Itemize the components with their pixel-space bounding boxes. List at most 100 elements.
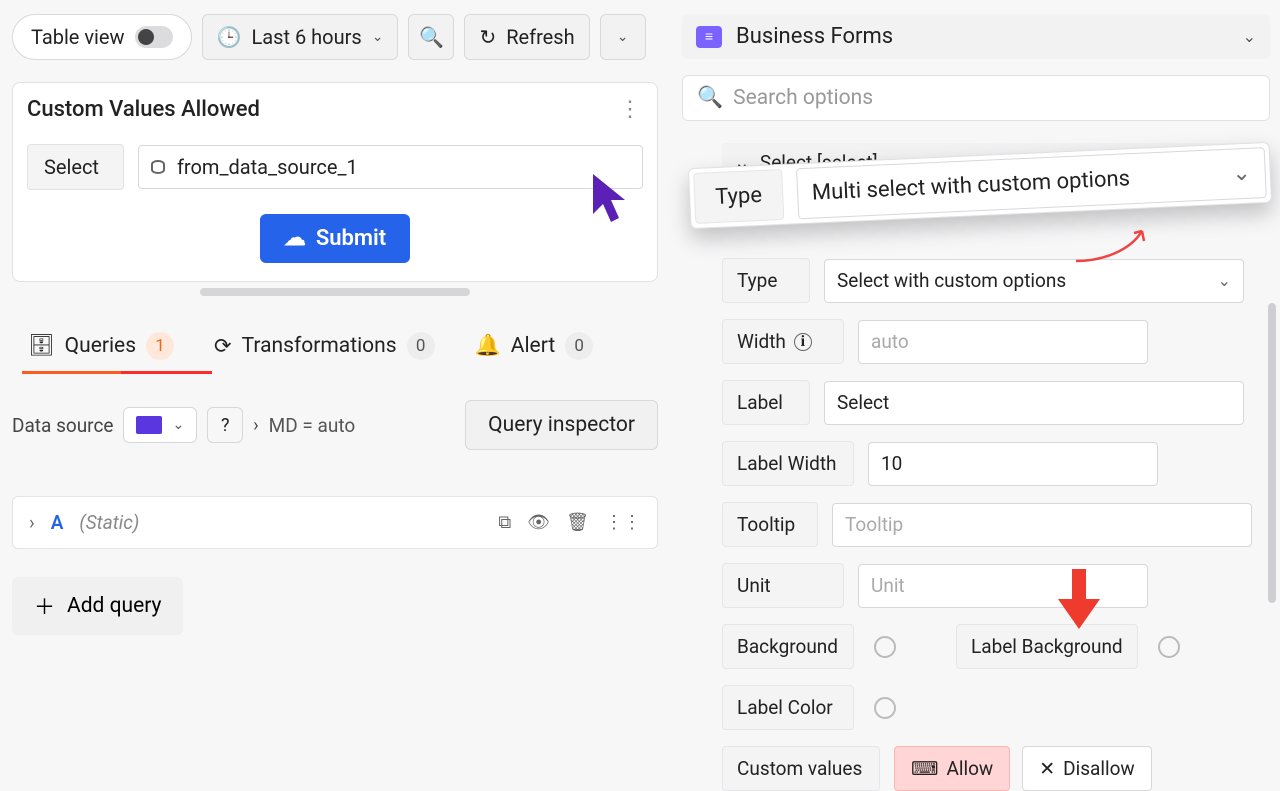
query-inspector-button[interactable]: Query inspector <box>465 400 658 450</box>
float-type-label: Type <box>693 169 784 224</box>
database-icon: 🗄 <box>28 334 55 358</box>
time-group: 🕒 Last 6 hours ⌄ 🔍 <box>202 14 455 60</box>
query-inspector-label: Query inspector <box>488 413 635 437</box>
submit-label: Submit <box>316 226 386 251</box>
tab-transformations[interactable]: ⟳ Transformations 0 <box>214 332 435 360</box>
chevron-down-icon: ⌄ <box>1243 27 1256 46</box>
database-icon <box>151 160 165 174</box>
cloud-upload-icon: ☁ <box>284 226 306 251</box>
unit-input[interactable]: Unit <box>858 564 1148 608</box>
submit-button[interactable]: ☁ Submit <box>260 214 410 263</box>
panel-scrollbar[interactable] <box>200 288 470 296</box>
refresh-label: Refresh <box>506 25 574 49</box>
label-color-label: Label Color <box>722 685 854 730</box>
width-label: Width i <box>722 319 844 364</box>
red-arrow-annotation <box>1058 569 1100 629</box>
label-width-value: 10 <box>881 452 902 475</box>
info-icon[interactable]: i <box>794 333 812 351</box>
search-placeholder: Search options <box>733 86 873 110</box>
unit-row: Unit Unit <box>722 563 1270 608</box>
label-width-input[interactable]: 10 <box>868 442 1158 486</box>
label-row: Label Select <box>722 380 1270 425</box>
select-value: from_data_source_1 <box>177 155 358 179</box>
zoom-out-icon: 🔍 <box>419 25 444 49</box>
refresh-interval-button[interactable]: ⌄ <box>600 14 646 60</box>
width-row: Width i auto <box>722 319 1270 364</box>
time-range-button[interactable]: 🕒 Last 6 hours ⌄ <box>202 14 399 60</box>
refresh-button[interactable]: ↻ Refresh <box>464 14 589 60</box>
eye-icon[interactable]: 👁 <box>527 512 550 533</box>
add-query-button[interactable]: ＋ Add query <box>12 577 183 635</box>
label-input[interactable]: Select <box>824 381 1244 425</box>
panel-menu-button[interactable]: ⋮ <box>619 97 641 122</box>
width-value: auto <box>871 330 909 353</box>
label-background-color-picker[interactable] <box>1158 636 1180 658</box>
custom-values-toggle: ⌨ Allow ✕ Disallow <box>894 746 1152 791</box>
tab-queries[interactable]: 🗄 Queries 1 <box>28 332 174 360</box>
query-tabs: 🗄 Queries 1 ⟳ Transformations 0 🔔 Alert … <box>12 332 658 360</box>
cursor-annotation <box>590 172 632 224</box>
zoom-out-button[interactable]: 🔍 <box>408 14 454 60</box>
add-query-label: Add query <box>67 594 161 618</box>
keyboard-icon: ⌨ <box>911 757 938 780</box>
tab-count: 0 <box>565 332 593 360</box>
disallow-button[interactable]: ✕ Disallow <box>1022 746 1152 791</box>
drag-handle-icon[interactable]: ⋮⋮ <box>605 512 641 533</box>
right-pane: ≡ Business Forms ⌄ 🔍 Search options ⌄ Se… <box>670 0 1280 720</box>
label-value: Select <box>837 391 889 414</box>
panel-plugin-title: Business Forms <box>736 24 893 49</box>
options-area: ⌄ Select [select] 🗑 ⋮⋮ Type Multi select… <box>682 143 1270 703</box>
swoosh-annotation <box>1072 223 1156 267</box>
panel-plugin-icon: ≡ <box>696 26 722 48</box>
toggle-switch[interactable] <box>135 26 173 48</box>
select-row: Select from_data_source_1 <box>27 144 643 190</box>
data-source-select[interactable]: ⌄ <box>123 407 197 443</box>
panel-card: Custom Values Allowed ⋮ Select from_data… <box>12 82 658 282</box>
query-source: (Static) <box>79 511 139 534</box>
refresh-group: ↻ Refresh ⌄ <box>464 14 645 60</box>
plus-icon: ＋ <box>34 591 55 621</box>
tooltip-input[interactable]: Tooltip <box>832 503 1252 547</box>
query-item-actions: ⧉ 👁 🗑 ⋮⋮ <box>498 512 641 533</box>
panel-header[interactable]: ≡ Business Forms ⌄ <box>682 14 1270 59</box>
type-select[interactable]: Select with custom options <box>824 259 1244 303</box>
label-width-label: Label Width <box>722 441 854 486</box>
left-pane: Table view 🕒 Last 6 hours ⌄ 🔍 ↻ Refresh <box>0 0 670 720</box>
chevron-right-icon: › <box>29 511 35 534</box>
label-color-picker[interactable] <box>874 697 896 719</box>
custom-values-row: Custom values ⌨ Allow ✕ Disallow <box>722 746 1270 791</box>
background-label: Background <box>722 624 854 669</box>
custom-values-label: Custom values <box>722 746 880 791</box>
label-field-label: Label <box>722 380 810 425</box>
tooltip-placeholder: Tooltip <box>845 513 903 536</box>
type-label: Type <box>722 258 810 303</box>
tab-count: 0 <box>407 332 435 360</box>
chevron-down-icon: ⌄ <box>1232 161 1252 187</box>
type-value: Select with custom options <box>837 269 1066 292</box>
unit-placeholder: Unit <box>871 574 905 597</box>
tab-alert[interactable]: 🔔 Alert 0 <box>475 332 594 360</box>
clock-icon: 🕒 <box>217 25 242 49</box>
options-search[interactable]: 🔍 Search options <box>682 75 1270 121</box>
close-icon: ✕ <box>1039 757 1055 780</box>
chevron-down-icon: ⌄ <box>617 29 629 45</box>
chevron-right-icon: › <box>253 415 258 436</box>
tab-label: Transformations <box>242 334 397 358</box>
help-button[interactable]: ? <box>207 407 243 443</box>
width-input[interactable]: auto <box>858 320 1148 364</box>
tab-count: 1 <box>146 332 174 360</box>
transform-icon: ⟳ <box>214 334 232 359</box>
background-color-picker[interactable] <box>874 636 896 658</box>
allow-label: Allow <box>946 757 993 780</box>
background-row: Background Label Background <box>722 624 1270 669</box>
time-range-label: Last 6 hours <box>251 25 361 49</box>
trash-icon[interactable]: 🗑 <box>566 512 589 533</box>
select-field[interactable]: from_data_source_1 <box>138 145 643 189</box>
table-view-label: Table view <box>31 25 125 49</box>
options-scrollbar[interactable] <box>1268 303 1276 603</box>
query-item[interactable]: › A (Static) ⧉ 👁 🗑 ⋮⋮ <box>12 496 658 549</box>
allow-button[interactable]: ⌨ Allow <box>894 746 1010 791</box>
copy-icon[interactable]: ⧉ <box>498 512 511 533</box>
unit-label: Unit <box>722 563 844 608</box>
table-view-toggle[interactable]: Table view <box>12 14 192 60</box>
